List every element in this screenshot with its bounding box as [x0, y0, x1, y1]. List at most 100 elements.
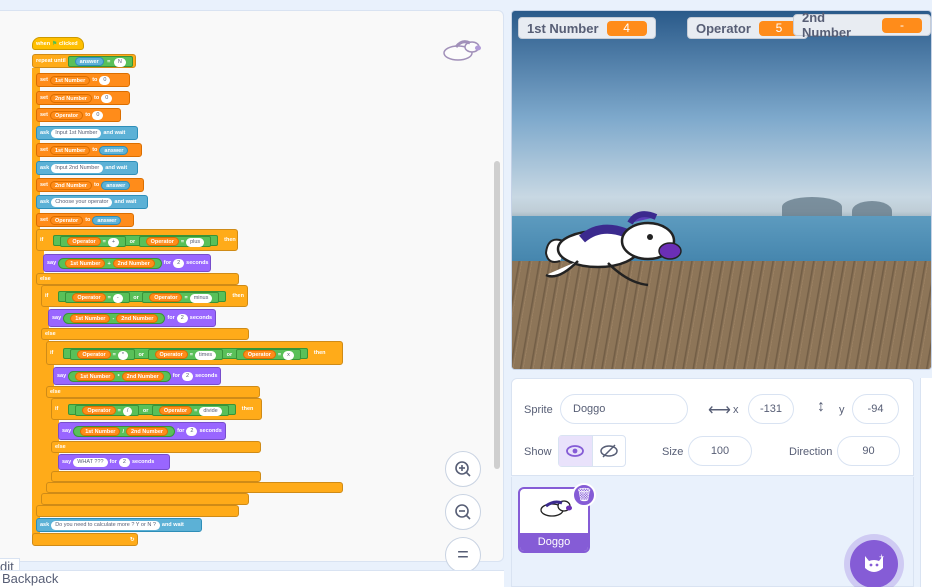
answer-equals-n[interactable]: answer = N [67, 55, 133, 67]
set-2nd-answer-block[interactable]: set 2nd Number to answer [36, 178, 144, 192]
ask-1st-block[interactable]: ask Input 1st Number and wait [36, 126, 138, 140]
backpack-bar[interactable]: Backpack [0, 570, 504, 587]
ask-operator-text[interactable]: Choose your operator [51, 197, 113, 207]
zoom-reset-button[interactable]: = [445, 537, 481, 573]
divide-condition[interactable]: Operator = / or Operator = divide [68, 403, 236, 416]
minus-word[interactable]: minus [189, 293, 213, 303]
say-what-block[interactable]: say WHAT ??? for 2 seconds [58, 454, 170, 470]
eye-slash-icon [600, 444, 618, 458]
div-sym[interactable]: / [122, 406, 133, 416]
say-sum-block[interactable]: say 1st Number +2nd Number for 2 seconds [43, 254, 211, 272]
else-3: else [46, 386, 260, 398]
say-product-block[interactable]: say 1st Number * 2nd Number for 2 seconds [53, 367, 221, 385]
answer-reporter[interactable]: answer [92, 215, 122, 225]
plus-sym[interactable]: + [107, 237, 120, 247]
vertical-scrollbar[interactable] [494, 161, 500, 469]
say-quotient-block[interactable]: say 1st Number/2nd Number for 2 seconds [58, 422, 226, 440]
direction-field[interactable]: 90 [837, 436, 900, 466]
x-value[interactable]: x [283, 350, 294, 360]
ask-more-text[interactable]: Do you need to calculate more ? Y or N ? [51, 520, 160, 530]
stage-panel-strip[interactable] [920, 378, 932, 587]
divide-reporter[interactable]: 1st Number/2nd Number [73, 425, 176, 437]
show-visible-button[interactable] [559, 436, 593, 466]
subtract-reporter[interactable]: 1st Number -2nd Number [63, 312, 166, 324]
monitor-1st-number[interactable]: 1st Number 4 [518, 17, 656, 39]
x-field[interactable]: -131 [748, 394, 794, 424]
zero-value[interactable]: 0 [99, 75, 111, 85]
var-1st-number[interactable]: 1st Number [49, 145, 91, 155]
choose-sprite-button[interactable]: + [850, 540, 898, 587]
var-operator[interactable]: Operator [49, 215, 84, 225]
add-reporter[interactable]: 1st Number +2nd Number [58, 257, 162, 269]
scratch-editor: when ⚑ clicked repeat until answer = N s… [0, 0, 932, 587]
size-field[interactable]: 100 [688, 436, 752, 466]
answer-reporter[interactable]: answer [101, 180, 131, 190]
zoom-in-button[interactable] [445, 451, 481, 487]
minus-sym[interactable]: - [112, 293, 123, 303]
set-operator-block[interactable]: set Operator to 0 [36, 108, 121, 122]
set-1st-number-block[interactable]: set 1st Number to 0 [36, 73, 130, 87]
minus-condition[interactable]: Operator = - or Operator = minus [58, 290, 227, 303]
multiply-reporter[interactable]: 1st Number * 2nd Number [68, 370, 171, 382]
doggo-sprite[interactable] [538, 203, 698, 293]
delete-sprite-button[interactable]: 🗑 [572, 483, 596, 507]
zero-value[interactable]: 0 [101, 93, 113, 103]
sprite-name-field[interactable]: Doggo [560, 394, 688, 424]
times-word[interactable]: times [194, 350, 217, 360]
secs-value[interactable]: 2 [186, 426, 198, 436]
ask-1st-text[interactable]: Input 1st Number [51, 128, 102, 138]
plus-word[interactable]: plus [186, 237, 205, 247]
set-2nd-number-block[interactable]: set 2nd Number to 0 [36, 91, 130, 105]
var-operator: Operator [82, 405, 116, 415]
say-label: say [47, 260, 57, 266]
secs-value[interactable]: 2 [173, 258, 185, 268]
plus-condition[interactable]: Operator = + or Operator = plus [53, 234, 219, 247]
when-label: when [36, 40, 51, 47]
set-1st-answer-block[interactable]: set 1st Number to answer [36, 143, 142, 157]
ask-2nd-block[interactable]: ask Input 2nd Number and wait [36, 161, 138, 175]
ask-operator-block[interactable]: ask Choose your operator and wait [36, 195, 148, 209]
n-value[interactable]: N [113, 57, 126, 67]
ask-more-block[interactable]: ask Do you need to calculate more ? Y or… [36, 518, 202, 532]
var-2nd-number[interactable]: 2nd Number [49, 93, 93, 103]
for-label: for [109, 459, 117, 465]
show-hidden-button[interactable] [593, 436, 626, 466]
if-divide-block[interactable]: if Operator = / or Operator = divide then [51, 398, 262, 420]
secs-value[interactable]: 2 [176, 313, 188, 323]
zero-value[interactable]: 0 [92, 110, 104, 120]
eq-label: = [277, 351, 282, 358]
answer-reporter[interactable]: answer [99, 145, 129, 155]
y-field[interactable]: -94 [852, 394, 899, 424]
monitor-label: 1st Number [527, 20, 599, 36]
loop-arrow-icon: ↻ [130, 536, 135, 543]
sprite-info-panel: Sprite Doggo ⟷ x -131 ↕ y -94 Show Size … [511, 378, 914, 476]
what-text[interactable]: WHAT ??? [73, 457, 108, 467]
when-flag-clicked-block[interactable]: when ⚑ clicked [32, 37, 84, 50]
if-plus-block[interactable]: if Operator = + or Operator = plus then [36, 229, 238, 251]
times-condition[interactable]: Operator = * or Operator = times or Operator… [63, 347, 308, 360]
if-minus-block[interactable]: if Operator = - or Operator = minus then [41, 285, 248, 307]
else-1: else [36, 273, 239, 285]
set-label: set [40, 95, 48, 101]
y-value: -94 [867, 403, 884, 415]
if-times-block[interactable]: if Operator = * or Operator = times or Opera… [46, 341, 343, 365]
x-label: x [733, 404, 739, 416]
say-diff-block[interactable]: say 1st Number -2nd Number for 2 seconds [48, 309, 216, 327]
set-label: set [40, 217, 48, 223]
y-label: y [839, 404, 845, 416]
ask-2nd-text[interactable]: Input 2nd Number [51, 163, 104, 173]
times-sym[interactable]: * [117, 350, 128, 360]
stage[interactable]: 1st Number 4 Operator 5 2nd Number - [511, 10, 932, 370]
monitor-2nd-number[interactable]: 2nd Number - [793, 11, 931, 40]
zoom-out-button[interactable] [445, 494, 481, 530]
repeat-until-block[interactable]: repeat until answer = N [32, 54, 136, 68]
var-1st-number[interactable]: 1st Number [49, 75, 91, 85]
var-1st-number: 1st Number [65, 258, 106, 268]
secs-value[interactable]: 2 [118, 457, 130, 467]
var-operator[interactable]: Operator [49, 110, 84, 120]
monitor-operator[interactable]: Operator 5 [687, 17, 808, 39]
div-word[interactable]: divide [199, 406, 222, 416]
set-operator-answer-block[interactable]: set Operator to answer [36, 213, 134, 227]
var-2nd-number[interactable]: 2nd Number [49, 180, 93, 190]
secs-value[interactable]: 2 [182, 371, 194, 381]
